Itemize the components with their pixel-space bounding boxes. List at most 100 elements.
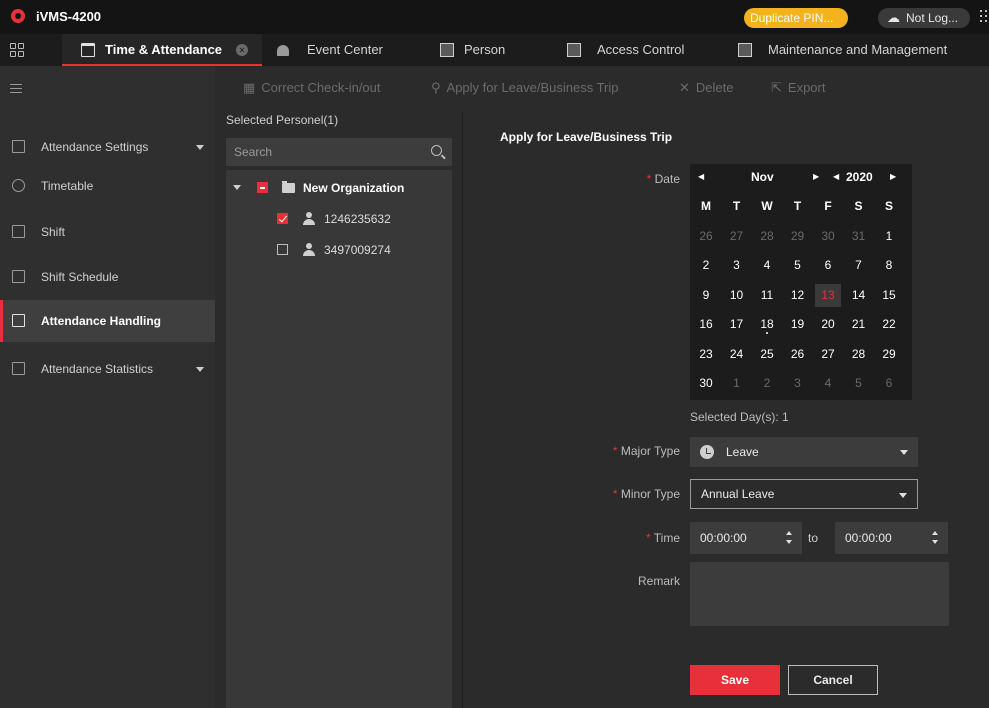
calendar-day[interactable]: 10	[724, 284, 750, 307]
search-box	[226, 138, 452, 166]
major-type-value: Leave	[726, 445, 759, 459]
calendar-day[interactable]: 31	[846, 225, 872, 248]
calendar-day[interactable]: 18	[754, 313, 780, 336]
more-menu-icon[interactable]	[980, 10, 989, 24]
calendar-month: Nov	[751, 170, 774, 184]
tree-node-person[interactable]: 3497009274	[226, 239, 452, 261]
remark-label: Remark	[637, 574, 680, 588]
calendar-day[interactable]: 12	[785, 284, 811, 307]
title-bar: iVMS-4200 Duplicate PIN... ☁ Not Log...	[0, 0, 989, 34]
calendar-day[interactable]: 22	[876, 313, 902, 336]
start-time-input[interactable]: 00:00:00	[690, 522, 802, 554]
sidebar-item-shift-schedule[interactable]: Shift Schedule	[0, 256, 215, 298]
calendar-day[interactable]: 5	[785, 254, 811, 277]
calendar-day[interactable]: 8	[876, 254, 902, 277]
calendar-day[interactable]: 24	[724, 343, 750, 366]
calendar-day[interactable]: 2	[754, 372, 780, 395]
person-card-icon	[440, 43, 454, 57]
calendar-day[interactable]: 23	[693, 343, 719, 366]
calendar-day[interactable]: 4	[815, 372, 841, 395]
calendar-icon	[81, 43, 95, 57]
prev-year-icon[interactable]: ◀	[833, 170, 839, 184]
calendar-day[interactable]: 11	[754, 284, 780, 307]
calendar-day[interactable]: 28	[846, 343, 872, 366]
duplicate-pin-badge[interactable]: Duplicate PIN...	[744, 8, 848, 28]
calendar-day[interactable]: 6	[815, 254, 841, 277]
search-input[interactable]	[226, 138, 426, 166]
calendar-day[interactable]: 29	[785, 225, 811, 248]
calendar-day[interactable]: 26	[785, 343, 811, 366]
calendar-day[interactable]: 21	[846, 313, 872, 336]
calendar-day[interactable]: 2	[693, 254, 719, 277]
person-checkbox[interactable]	[277, 244, 288, 255]
calendar-day[interactable]: 17	[724, 313, 750, 336]
menu-toggle-icon[interactable]	[10, 84, 22, 94]
tree-node-organization[interactable]: New Organization	[226, 177, 452, 199]
cancel-button[interactable]: Cancel	[788, 665, 878, 695]
close-tab-icon[interactable]: ×	[236, 44, 248, 56]
calendar-day[interactable]: 3	[785, 372, 811, 395]
end-time-input[interactable]: 00:00:00	[835, 522, 948, 554]
calendar-day[interactable]: 30	[815, 225, 841, 248]
calendar-day[interactable]: 27	[815, 343, 841, 366]
chevron-down-icon[interactable]	[233, 185, 241, 190]
time-spinner-icon[interactable]	[932, 531, 940, 545]
calendar-day[interactable]: 15	[876, 284, 902, 307]
toolbar: ▦ Correct Check-in/out ⚲ Apply for Leave/B…	[215, 66, 989, 112]
calendar-day[interactable]: 13	[815, 283, 841, 307]
search-icon[interactable]	[431, 145, 442, 156]
organization-checkbox[interactable]	[257, 182, 268, 193]
calendar-day[interactable]: 29	[876, 343, 902, 366]
tab-time-attendance[interactable]: Time & Attendance ×	[62, 34, 262, 66]
leave-icon	[700, 445, 714, 459]
sidebar-item-timetable[interactable]: Timetable	[0, 165, 215, 207]
calendar-day[interactable]: 16	[693, 313, 719, 336]
delete-button[interactable]: ✕ Delete	[679, 66, 733, 110]
minor-type-select[interactable]: Annual Leave	[690, 479, 918, 509]
tree-node-person[interactable]: 1246235632	[226, 208, 452, 230]
module-grid-icon[interactable]	[10, 43, 24, 57]
tab-event-center[interactable]: Event Center	[277, 34, 407, 66]
correct-checkin-button[interactable]: ▦ Correct Check-in/out	[243, 66, 381, 110]
export-button[interactable]: ⇱ Export	[771, 66, 825, 110]
calendar-day[interactable]: 30	[693, 372, 719, 395]
calendar-day[interactable]: 9	[693, 284, 719, 307]
alarm-icon	[277, 45, 289, 56]
calendar-day[interactable]: 3	[724, 254, 750, 277]
person-checkbox[interactable]	[277, 213, 288, 224]
calendar-day[interactable]: 6	[876, 372, 902, 395]
calendar-icon	[12, 140, 25, 153]
next-year-icon[interactable]: ▶	[890, 170, 896, 184]
calendar-day[interactable]: 5	[846, 372, 872, 395]
calendar-day[interactable]: 19	[785, 313, 811, 336]
calendar-day[interactable]: 4	[754, 254, 780, 277]
tab-maintenance[interactable]: Maintenance and Management	[738, 34, 989, 66]
calendar-day[interactable]: 28	[754, 225, 780, 248]
prev-month-icon[interactable]: ◀	[698, 170, 704, 184]
tab-access-control[interactable]: Access Control	[567, 34, 707, 66]
remark-textarea[interactable]	[690, 562, 949, 626]
login-status-button[interactable]: ☁ Not Log...	[878, 8, 970, 28]
sidebar-item-attendance-handling[interactable]: Attendance Handling	[0, 300, 215, 342]
date-calendar: ◀ Nov ▶ ◀ 2020 ▶ M T W T F S S 26 27 28 29 30 31 1 2 3 4…	[690, 164, 912, 400]
calendar-day[interactable]: 7	[846, 254, 872, 277]
person-icon	[303, 243, 315, 256]
major-type-select[interactable]: Leave	[690, 437, 918, 467]
calendar-day[interactable]: 1	[876, 225, 902, 248]
calendar-day[interactable]: 20	[815, 313, 841, 336]
save-button[interactable]: Save	[690, 665, 780, 695]
sidebar-item-shift[interactable]: Shift	[0, 211, 215, 253]
tab-person[interactable]: Person	[440, 34, 520, 66]
calendar-day[interactable]: 26	[693, 225, 719, 248]
calendar-day[interactable]: 25	[754, 343, 780, 366]
calendar-day[interactable]: 14	[846, 284, 872, 307]
time-spinner-icon[interactable]	[786, 531, 794, 545]
calendar-day[interactable]: 1	[724, 372, 750, 395]
close-icon: ✕	[679, 80, 690, 95]
sidebar-item-attendance-settings[interactable]: Attendance Settings	[0, 126, 215, 168]
next-month-icon[interactable]: ▶	[813, 170, 819, 184]
door-icon	[567, 43, 581, 57]
sidebar-item-attendance-statistics[interactable]: Attendance Statistics	[0, 348, 215, 390]
calendar-day[interactable]: 27	[724, 225, 750, 248]
apply-leave-button[interactable]: ⚲ Apply for Leave/Business Trip	[431, 66, 619, 110]
